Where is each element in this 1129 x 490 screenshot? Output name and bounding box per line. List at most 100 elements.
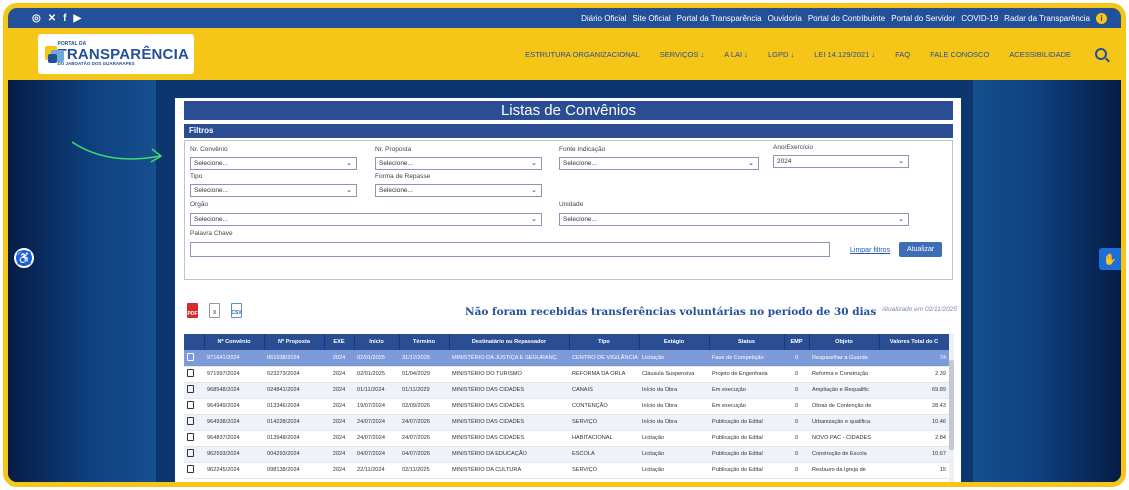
convenios-table: Nº Convênio Nº Proposta EXE Início Término De… <box>184 334 950 479</box>
menu-faq[interactable]: FAQ <box>895 50 910 59</box>
info-icon[interactable]: i <box>1096 12 1107 24</box>
select-tipo[interactable]: Selecione... ⌄ <box>190 184 357 197</box>
document-icon[interactable] <box>187 401 194 409</box>
cell-col-inicio: 04/07/2024 <box>354 446 399 463</box>
link-site-oficial[interactable]: Site Oficial <box>632 14 670 23</box>
table-row[interactable]: 964938/2024 014228/2024 2024 24/07/2024 24/0… <box>184 414 949 431</box>
vlibras-hand-icon[interactable]: ✋ <box>1099 248 1121 270</box>
label-unidade: Unidade <box>559 201 584 208</box>
instagram-icon[interactable]: ◎ <box>32 13 41 24</box>
select-nr-convenio[interactable]: Selecione... ⌄ <box>190 157 357 170</box>
select-unidade[interactable]: Selecione... ⌄ <box>559 213 909 226</box>
header-col-termino[interactable]: Término <box>399 334 450 350</box>
cell-col-emp: 0 <box>784 446 809 463</box>
header-col-valor-total[interactable]: Valores Total do C <box>879 334 950 350</box>
search-icon[interactable] <box>1095 48 1107 60</box>
link-diario-oficial[interactable]: Diário Oficial <box>581 14 626 23</box>
menu-fale-conosco[interactable]: FALE CONOSCO <box>930 50 989 59</box>
x-twitter-icon[interactable]: ✕ <box>48 13 56 24</box>
menu-lei-14129[interactable]: LEI 14.129/2021 ↓ <box>814 50 875 59</box>
update-button[interactable]: Atualizar <box>899 242 943 257</box>
table-row[interactable]: 964837/2024 013948/2024 2024 24/07/2024 24/0… <box>184 430 949 447</box>
link-radar-transparencia[interactable]: Radar da Transparência <box>1004 14 1090 23</box>
cell-col-tipo: REFORMA DA ORLA <box>569 366 639 383</box>
keyword-input[interactable] <box>190 242 830 257</box>
select-nr-proposta[interactable]: Selecione... ⌄ <box>375 157 542 170</box>
top-utility-bar: ◎ ✕ f ▶ Diário Oficial Site Oficial Port… <box>8 8 1121 28</box>
document-icon[interactable] <box>187 417 194 425</box>
document-icon[interactable] <box>187 465 194 473</box>
select-unidade-value: Selecione... <box>563 216 597 223</box>
portal-logo[interactable]: PORTAL DA TRANSPARÊNCIA DO JABOATÃO DOS … <box>38 34 194 74</box>
main-menu: ESTRUTURA ORGANIZACIONAL SERVIÇOS ↓ A LA… <box>525 48 1107 60</box>
table-row[interactable]: 962593/2024 004293/2024 2024 04/07/2024 04/0… <box>184 446 949 463</box>
excel-export-icon[interactable]: X <box>209 303 220 318</box>
header-col-emp[interactable]: EMP <box>784 334 810 350</box>
menu-lai[interactable]: A LAI ↓ <box>724 50 748 59</box>
header-col-inicio[interactable]: Início <box>354 334 400 350</box>
header-col-status[interactable]: Status <box>709 334 785 350</box>
pdf-export-icon[interactable]: PDF <box>187 303 198 318</box>
row-actions-cell <box>184 414 204 431</box>
cell-col-objeto: Reforma e Construção <box>809 366 879 383</box>
clear-filters-link[interactable]: Limpar filtros <box>850 247 890 254</box>
select-fonte-indicacao[interactable]: Selecione... ⌄ <box>559 157 759 170</box>
cell-col-tipo: CANAIS <box>569 382 639 399</box>
cell-col-status: Publicação do Edital <box>709 462 784 479</box>
cell-col-estagio: Licitação <box>639 350 709 367</box>
document-icon[interactable] <box>187 369 194 377</box>
menu-servicos[interactable]: SERVIÇOS ↓ <box>660 50 704 59</box>
chevron-down-icon: ⌄ <box>748 160 754 167</box>
cell-col-destinatario: MINISTÉRIO DAS CIDADES <box>449 430 569 447</box>
select-forma-repasse[interactable]: Selecione... ⌄ <box>375 184 542 197</box>
chevron-down-icon: ⌄ <box>531 160 537 167</box>
header-col-nr-proposta[interactable]: Nº Proposta <box>264 334 325 350</box>
cell-col-objeto: Urbanização e qualifica <box>809 414 879 431</box>
label-orgao: Orgão <box>190 201 209 208</box>
document-icon[interactable] <box>187 385 194 393</box>
row-actions-cell <box>184 446 204 463</box>
table-row[interactable]: 971641/2024 061938/2024 2024 02/01/2025 31/1… <box>184 350 949 367</box>
link-portal-contribuinte[interactable]: Portal do Contribuinte <box>808 14 885 23</box>
table-body: 971641/2024 061938/2024 2024 02/01/2025 31/1… <box>184 350 949 479</box>
youtube-icon[interactable]: ▶ <box>73 13 81 24</box>
header-col-estagio[interactable]: Estágio <box>639 334 710 350</box>
select-ano-exercicio[interactable]: 2024 ⌄ <box>773 155 909 168</box>
table-row[interactable]: 968548/2024 024841/2024 2024 01/11/2024 01/1… <box>184 382 949 399</box>
link-portal-servidor[interactable]: Portal do Servidor <box>891 14 955 23</box>
document-icon[interactable] <box>187 433 194 441</box>
header-col-nr-convenio[interactable]: Nº Convênio <box>204 334 265 350</box>
header-col-actions[interactable] <box>184 334 205 350</box>
convenios-table-wrapper: Nº Convênio Nº Proposta EXE Início Término De… <box>184 334 954 482</box>
link-covid19[interactable]: COVID-19 <box>961 14 998 23</box>
table-scrollbar[interactable] <box>949 334 954 482</box>
document-icon[interactable] <box>187 352 194 361</box>
cell-col-estagio: Cláusula Suspensiva <box>639 366 709 383</box>
cell-col-nr-convenio: 962245/2024 <box>204 462 264 479</box>
csv-export-icon[interactable]: CSV <box>231 303 242 318</box>
document-icon[interactable] <box>187 449 194 457</box>
header-col-objeto[interactable]: Objeto <box>809 334 880 350</box>
menu-lgpd[interactable]: LGPD ↓ <box>768 50 794 59</box>
menu-acessibilidade[interactable]: ACESSIBILIDADE <box>1009 50 1071 59</box>
cell-col-nr-convenio: 971641/2024 <box>204 350 264 367</box>
menu-estrutura[interactable]: ESTRUTURA ORGANIZACIONAL <box>525 50 640 59</box>
logo-title: TRANSPARÊNCIA <box>57 45 189 63</box>
cell-col-status: Publicação do Edital <box>709 430 784 447</box>
logo-mark-icon <box>43 42 64 66</box>
accessibility-icon[interactable]: ♿ <box>14 248 34 268</box>
link-portal-transparencia[interactable]: Portal da Transparência <box>677 14 762 23</box>
scroll-thumb[interactable] <box>949 360 954 450</box>
select-orgao[interactable]: Selecione... ⌄ <box>190 213 542 226</box>
facebook-icon[interactable]: f <box>63 13 66 24</box>
header-col-exe[interactable]: EXE <box>324 334 355 350</box>
header-col-destinatario[interactable]: Destinatário ou Repassador <box>449 334 570 350</box>
link-ouvidoria[interactable]: Ouvidoria <box>768 14 802 23</box>
table-row[interactable]: 971997/2024 023273/2024 2024 02/01/2025 01/0… <box>184 366 949 383</box>
cell-col-valor-total: 10.46 <box>879 414 949 431</box>
table-row[interactable]: 962245/2024 098138/2024 2024 22/11/2024 02/1… <box>184 462 949 479</box>
table-row[interactable]: 964949/2024 013346/2024 2024 19/07/2024 02/0… <box>184 398 949 415</box>
cell-col-inicio: 22/11/2024 <box>354 462 399 479</box>
header-col-tipo[interactable]: Tipo <box>569 334 640 350</box>
cell-col-exe: 2024 <box>324 462 354 479</box>
